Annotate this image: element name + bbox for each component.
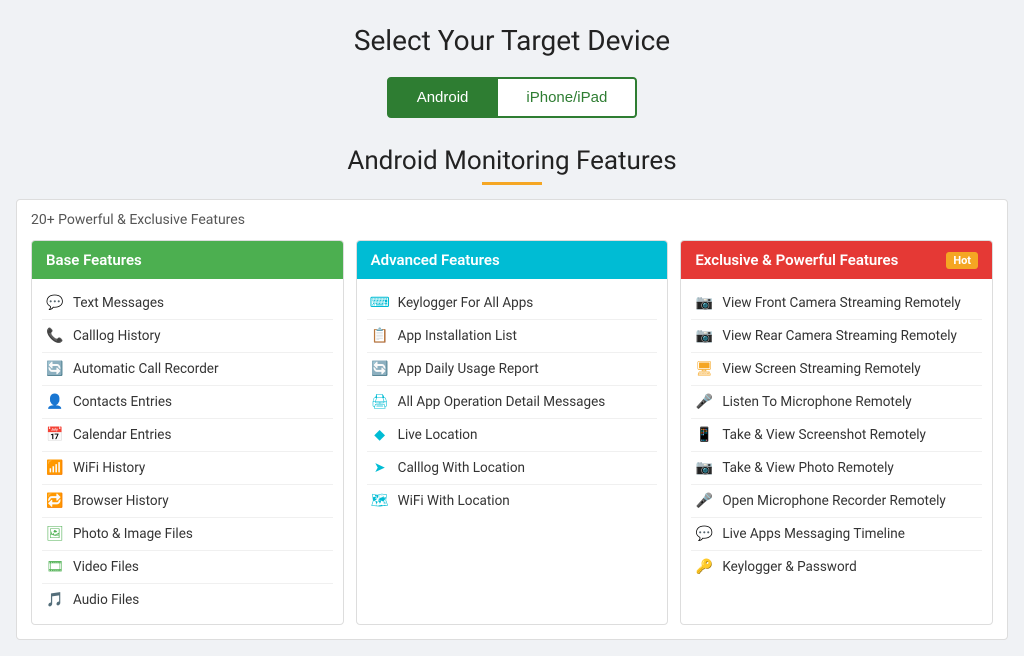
exclusive-header-label: Exclusive & Powerful Features: [695, 251, 898, 269]
feature-label: WiFi With Location: [398, 493, 510, 509]
chat-icon: 💬: [46, 294, 64, 312]
column-header-base: Base Features: [32, 241, 343, 279]
browser-icon: 🔁: [46, 492, 64, 510]
list-item: 📶 WiFi History: [42, 452, 333, 485]
list-item: 🖼 Photo & Image Files: [42, 518, 333, 551]
audio-icon: 🎵: [46, 591, 64, 609]
list-item: 📱 Take & View Screenshot Remotely: [691, 419, 982, 452]
list-item: 🔄 App Daily Usage Report: [367, 353, 658, 386]
feature-label: Keylogger For All Apps: [398, 295, 534, 311]
list-item: 📷 Take & View Photo Remotely: [691, 452, 982, 485]
location-icon: ◆: [371, 426, 389, 444]
hot-badge: Hot: [946, 252, 978, 269]
calendar-icon: 📅: [46, 426, 64, 444]
list-item: 🔑 Keylogger & Password: [691, 551, 982, 583]
feature-label: Live Apps Messaging Timeline: [722, 526, 905, 542]
feature-label: Live Location: [398, 427, 478, 443]
feature-label: Open Microphone Recorder Remotely: [722, 493, 945, 509]
column-base: Base Features 💬 Text Messages 📞 Calllog …: [31, 240, 344, 625]
device-tab-group: Android iPhone/iPad: [16, 77, 1008, 118]
list-item: 📷 View Rear Camera Streaming Remotely: [691, 320, 982, 353]
record-icon: 🔄: [46, 360, 64, 378]
column-exclusive: Exclusive & Powerful Features Hot 📷 View…: [680, 240, 993, 625]
feature-label: Calendar Entries: [73, 427, 171, 443]
list-item: ◆ Live Location: [367, 419, 658, 452]
feature-label: App Daily Usage Report: [398, 361, 539, 377]
list-item: 🎤 Listen To Microphone Remotely: [691, 386, 982, 419]
column-header-advanced: Advanced Features: [357, 241, 668, 279]
list-item: 🔁 Browser History: [42, 485, 333, 518]
feature-label: Browser History: [73, 493, 169, 509]
list-item: ⌨ Keylogger For All Apps: [367, 287, 658, 320]
list-item: 📞 Calllog History: [42, 320, 333, 353]
feature-label: View Screen Streaming Remotely: [722, 361, 920, 377]
features-container: 20+ Powerful & Exclusive Features Base F…: [16, 199, 1008, 640]
front-camera-icon: 📷: [695, 294, 713, 312]
feature-label: Take & View Photo Remotely: [722, 460, 893, 476]
list-item: 📋 App Installation List: [367, 320, 658, 353]
list-item: 📅 Calendar Entries: [42, 419, 333, 452]
feature-label: Photo & Image Files: [73, 526, 193, 542]
list-item: 💬 Live Apps Messaging Timeline: [691, 518, 982, 551]
feature-label: Contacts Entries: [73, 394, 172, 410]
feature-label: View Front Camera Streaming Remotely: [722, 295, 960, 311]
column-body-base: 💬 Text Messages 📞 Calllog History 🔄 Auto…: [32, 279, 343, 624]
column-header-exclusive: Exclusive & Powerful Features Hot: [681, 241, 992, 279]
usage-icon: 🔄: [371, 360, 389, 378]
wifi-location-icon: 🗺: [371, 492, 389, 510]
list-item: 🎵 Audio Files: [42, 584, 333, 616]
list-item: 📷 View Front Camera Streaming Remotely: [691, 287, 982, 320]
rear-camera-icon: 📷: [695, 327, 713, 345]
feature-label: App Installation List: [398, 328, 517, 344]
wifi-icon: 📶: [46, 459, 64, 477]
section-title: Android Monitoring Features: [16, 146, 1008, 176]
tab-android[interactable]: Android: [387, 77, 499, 118]
keyboard-icon: ⌨: [371, 294, 389, 312]
keylogger-password-icon: 🔑: [695, 558, 713, 576]
video-icon: 🎞: [46, 558, 64, 576]
photo-icon: 🖼: [46, 525, 64, 543]
feature-label: View Rear Camera Streaming Remotely: [722, 328, 957, 344]
column-advanced: Advanced Features ⌨ Keylogger For All Ap…: [356, 240, 669, 625]
microphone-recorder-icon: 🎤: [695, 492, 713, 510]
feature-label: Video Files: [73, 559, 139, 575]
feature-label: Calllog History: [73, 328, 161, 344]
list-icon: 📋: [371, 327, 389, 345]
tab-iphone[interactable]: iPhone/iPad: [498, 77, 637, 118]
section-underline: [482, 182, 542, 185]
features-subtitle: 20+ Powerful & Exclusive Features: [31, 212, 993, 228]
feature-label: Take & View Screenshot Remotely: [722, 427, 926, 443]
calllog-location-icon: ➤: [371, 459, 389, 477]
messaging-timeline-icon: 💬: [695, 525, 713, 543]
phone-icon: 📞: [46, 327, 64, 345]
list-item: 👤 Contacts Entries: [42, 386, 333, 419]
list-item: 💬 Text Messages: [42, 287, 333, 320]
feature-label: Keylogger & Password: [722, 559, 856, 575]
list-item: 🎞 Video Files: [42, 551, 333, 584]
list-item: 🗺 WiFi With Location: [367, 485, 658, 517]
messages-icon: 🖨: [371, 393, 389, 411]
feature-label: Calllog With Location: [398, 460, 525, 476]
column-body-exclusive: 📷 View Front Camera Streaming Remotely 📷…: [681, 279, 992, 591]
feature-label: Text Messages: [73, 295, 164, 311]
list-item: 🖥 View Screen Streaming Remotely: [691, 353, 982, 386]
feature-label: Listen To Microphone Remotely: [722, 394, 911, 410]
column-body-advanced: ⌨ Keylogger For All Apps 📋 App Installat…: [357, 279, 668, 525]
microphone-listen-icon: 🎤: [695, 393, 713, 411]
page-title: Select Your Target Device: [16, 24, 1008, 57]
screen-icon: 🖥: [695, 360, 713, 378]
feature-label: WiFi History: [73, 460, 145, 476]
feature-label: All App Operation Detail Messages: [398, 394, 606, 410]
list-item: ➤ Calllog With Location: [367, 452, 658, 485]
screenshot-icon: 📱: [695, 426, 713, 444]
take-photo-icon: 📷: [695, 459, 713, 477]
columns-wrapper: Base Features 💬 Text Messages 📞 Calllog …: [31, 240, 993, 625]
list-item: 🎤 Open Microphone Recorder Remotely: [691, 485, 982, 518]
feature-label: Audio Files: [73, 592, 139, 608]
list-item: 🔄 Automatic Call Recorder: [42, 353, 333, 386]
list-item: 🖨 All App Operation Detail Messages: [367, 386, 658, 419]
feature-label: Automatic Call Recorder: [73, 361, 219, 377]
contacts-icon: 👤: [46, 393, 64, 411]
